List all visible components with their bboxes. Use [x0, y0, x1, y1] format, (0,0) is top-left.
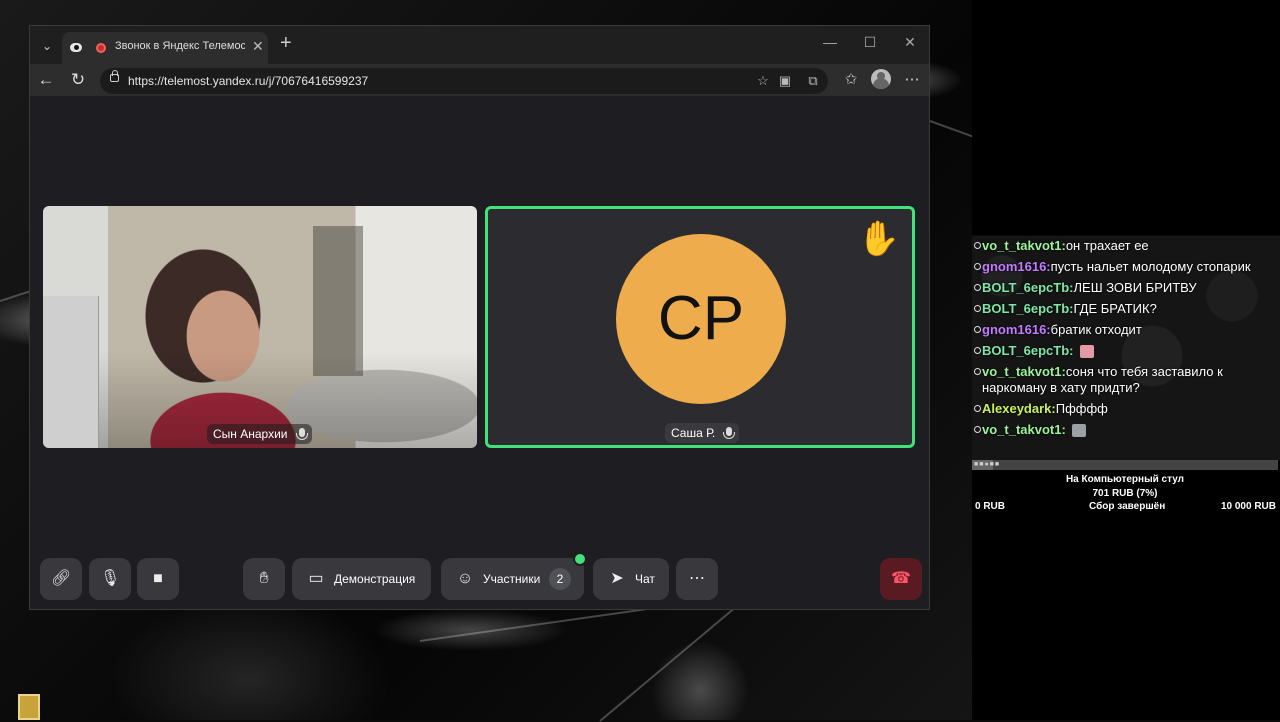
minimize-icon[interactable]: —	[820, 34, 840, 50]
tab-list-chevron-icon[interactable]: ⌄	[38, 37, 56, 55]
chat-text: ЛЕШ ЗОВИ БРИТВУ	[1073, 280, 1197, 295]
ellipsis-icon: ⋯	[689, 570, 705, 587]
stream-chat: vo_t_takvot1:он трахает ее gnom1616:пусть…	[972, 236, 1280, 441]
recording-icon	[96, 43, 106, 53]
chat-text: Пфффф	[1055, 401, 1108, 416]
call-controls: 🔗︎ 🎙︎ ■ ✋︎ ▭ Демонстрация ☺ Участники 2	[30, 552, 929, 602]
microphone-icon: 🎙︎	[100, 570, 121, 587]
mic-icon	[723, 427, 736, 439]
chat-nick: vo_t_takvot1:	[982, 364, 1066, 379]
chat-nick: Alexeydark:	[982, 401, 1056, 416]
address-bar[interactable]: https://telemost.yandex.ru/j/70676416599…	[100, 68, 828, 94]
url-text: https://telemost.yandex.ru/j/70676416599…	[128, 74, 369, 88]
goal-icons: ■■●■■	[974, 461, 1001, 468]
camera-button[interactable]: ■	[137, 558, 179, 600]
goal-status: Сбор завершён	[1089, 501, 1166, 512]
chat-emote-icon	[1071, 424, 1086, 438]
window-close-icon[interactable]: ✕	[900, 34, 920, 51]
favorites-icon[interactable]: ✩	[841, 70, 861, 90]
chat-button[interactable]: ➤ Чат	[593, 558, 669, 600]
goal-progress-bar: ■■●■■	[972, 460, 1278, 470]
chat-text: братик отходит	[1050, 322, 1142, 337]
link-icon: 🔗︎	[51, 570, 72, 587]
participants-label: Участники	[483, 572, 541, 586]
tab-close-icon[interactable]: ✕	[252, 38, 264, 55]
goal-min: 0 RUB	[975, 501, 1006, 512]
chat-message: gnom1616:братик отходит	[972, 320, 1280, 341]
maximize-icon[interactable]: ☐	[860, 34, 880, 51]
hand-icon: ✋︎	[259, 570, 269, 587]
chat-message: vo_t_takvot1:соня что тебя заставило к н…	[972, 362, 1280, 399]
tab-bar: ⌄ Звонок в Яндекс Телемосте ✕ + — ☐ ✕	[30, 26, 929, 64]
hang-up-button[interactable]: ☎︎	[880, 558, 922, 600]
chat-message: BOLT_6ерсТb:ГДЕ БРАТИК?	[972, 299, 1280, 320]
favorite-star-icon[interactable]: ☆	[754, 72, 772, 90]
participant-name-chip: Саша Р.	[665, 423, 740, 443]
send-plane-icon: ➤	[610, 570, 624, 587]
raise-hand-button[interactable]: ✋︎	[243, 558, 285, 600]
new-tab-plus-icon[interactable]: +	[280, 32, 292, 55]
chat-nick: gnom1616:	[982, 322, 1051, 337]
screen-icon: ▭	[308, 570, 324, 587]
goal-amount: 701 RUB (7%)	[1092, 488, 1158, 499]
participant-name: Сын Анархии	[213, 427, 288, 441]
camera-indicator-icon[interactable]: ▣	[776, 72, 794, 90]
chat-label: Чат	[635, 572, 655, 586]
goal-max: 10 000 RUB	[1220, 501, 1276, 512]
chat-nick: gnom1616:	[982, 259, 1051, 274]
refresh-icon[interactable]: ↻	[68, 70, 88, 90]
participants-button[interactable]: ☺ Участники 2	[441, 558, 584, 600]
lock-icon	[110, 70, 119, 82]
camera-icon: ■	[153, 570, 163, 587]
participants-count-badge: 2	[549, 568, 571, 590]
copy-link-button[interactable]: 🔗︎	[40, 558, 82, 600]
chat-message: Alexeydark:Пфффф	[972, 399, 1280, 420]
chat-emote-icon	[1079, 345, 1094, 359]
chat-nick: BOLT_6ерсТb:	[982, 280, 1074, 295]
chat-nick: vo_t_takvot1:	[982, 238, 1066, 253]
online-indicator	[573, 552, 587, 566]
chat-text: пусть нальет молодому стопарик	[1050, 259, 1251, 274]
tab-title: Звонок в Яндекс Телемосте	[115, 40, 245, 52]
chat-nick: BOLT_6ерсТb:	[982, 343, 1074, 358]
demonstration-button[interactable]: ▭ Демонстрация	[292, 558, 431, 600]
goal-title: На Компьютерный стул	[1065, 474, 1185, 485]
donation-goal: ■■●■■ На Компьютерный стул 701 RUB (7%) …	[972, 460, 1278, 515]
more-menu-icon[interactable]: ⋯	[902, 70, 922, 90]
raised-hand-icon: ✋	[857, 220, 900, 258]
tab-camera-icon	[70, 43, 82, 52]
hang-up-phone-icon: ☎︎	[891, 570, 911, 587]
tab-telemost[interactable]: Звонок в Яндекс Телемосте ✕	[62, 32, 268, 64]
microphone-button[interactable]: 🎙︎	[89, 558, 131, 600]
telemost-call-page: Сын Анархии СР ✋ Саша Р. 🔗︎ 🎙︎ ■ ✋︎ ▭ Де…	[30, 96, 929, 609]
chat-message: BOLT_6ерсТb:ЛЕШ ЗОВИ БРИТВУ	[972, 278, 1280, 299]
more-options-button[interactable]: ⋯	[676, 558, 718, 600]
screen-share-icon[interactable]: ⧉	[804, 72, 822, 90]
chat-nick: vo_t_takvot1:	[982, 422, 1066, 437]
participant-avatar-tile[interactable]: СР ✋ Саша Р.	[485, 206, 915, 448]
participant-name: Саша Р.	[671, 426, 716, 440]
chat-message: vo_t_takvot1:он трахает ее	[972, 236, 1280, 257]
people-icon: ☺	[456, 570, 474, 587]
back-arrow-icon[interactable]: ←	[36, 70, 56, 90]
participant-avatar: СР	[616, 234, 786, 404]
chat-text: ГДЕ БРАТИК?	[1073, 301, 1157, 316]
browser-window: ⌄ Звонок в Яндекс Телемосте ✕ + — ☐ ✕ ← …	[29, 25, 930, 610]
chat-nick: BOLT_6ерсТb:	[982, 301, 1074, 316]
chat-message: gnom1616:пусть нальет молодому стопарик	[972, 257, 1280, 278]
chat-message: vo_t_takvot1:	[972, 420, 1280, 441]
chat-text: он трахает ее	[1065, 238, 1149, 253]
demonstration-label: Демонстрация	[334, 572, 416, 586]
profile-avatar-icon[interactable]	[871, 69, 891, 89]
chat-message: BOLT_6ерсТb:	[972, 341, 1280, 362]
mic-icon	[295, 428, 308, 440]
participant-name-chip: Сын Анархии	[207, 424, 312, 444]
participant-video-tile[interactable]: Сын Анархии	[43, 206, 477, 448]
stream-logo-icon	[18, 694, 40, 720]
browser-toolbar: ← ↻ https://telemost.yandex.ru/j/7067641…	[30, 64, 929, 96]
